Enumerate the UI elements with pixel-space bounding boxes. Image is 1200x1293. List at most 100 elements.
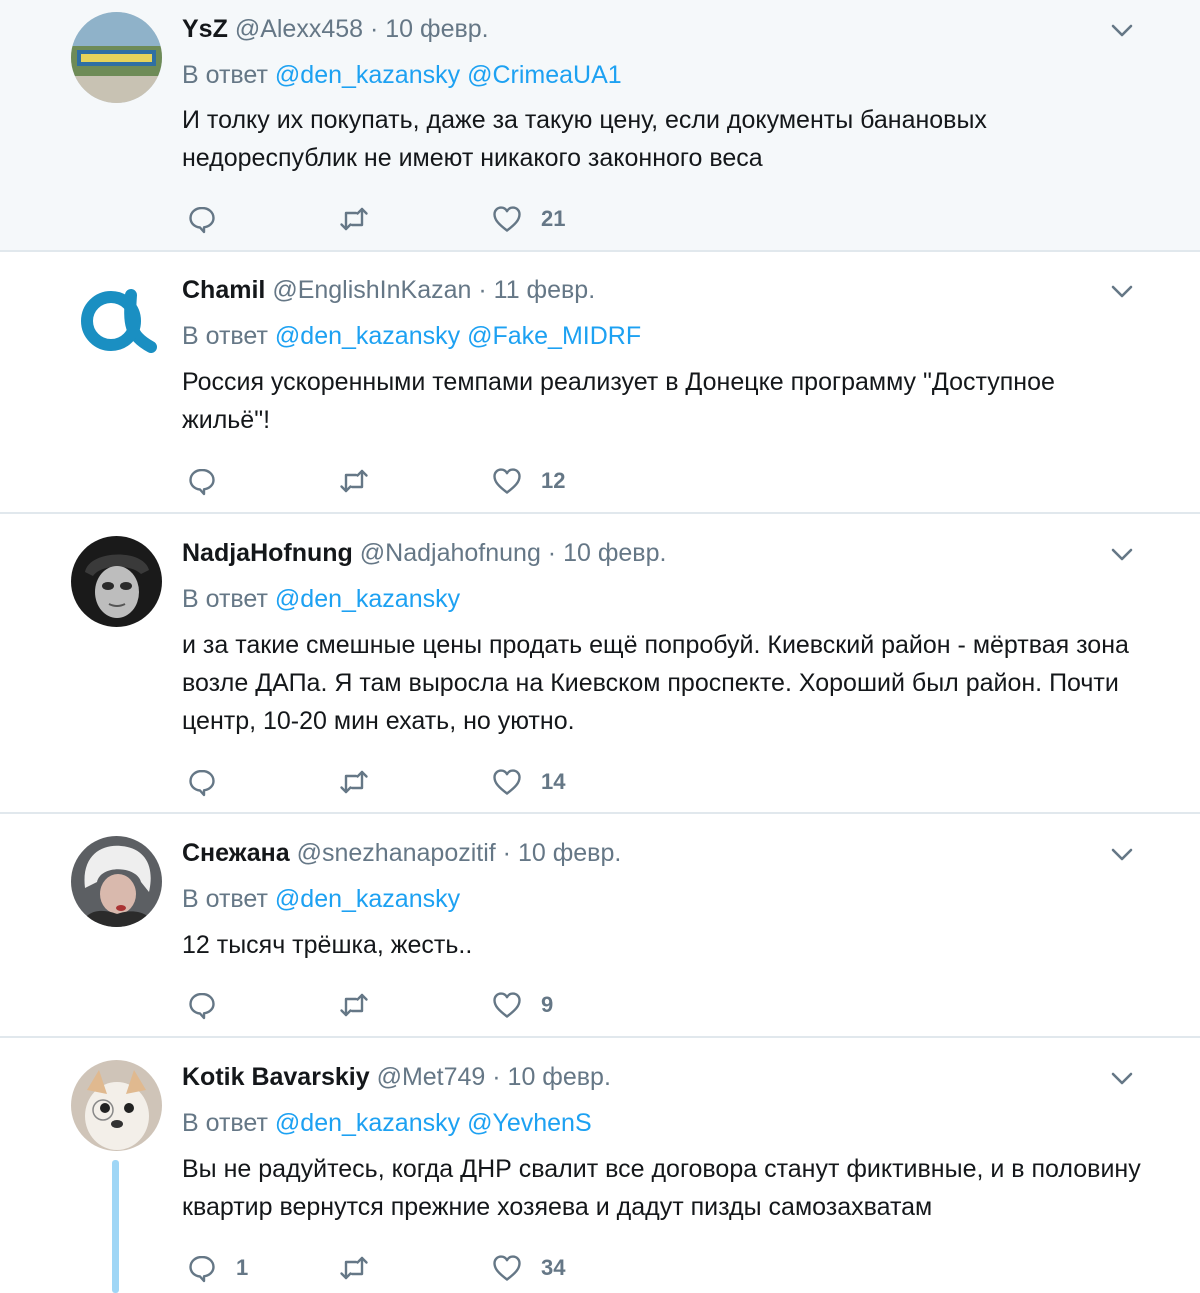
heart-icon	[493, 468, 521, 494]
tweet[interactable]: Kotik Bavarskiy @Met749 · 10 февр. В отв…	[0, 1038, 1200, 1293]
chevron-down-icon[interactable]	[1106, 1062, 1138, 1094]
separator-dot: ·	[363, 15, 386, 43]
author-handle[interactable]: @EnglishInKazan	[272, 276, 471, 304]
retweet-button[interactable]	[338, 202, 388, 236]
author-name[interactable]: Kotik Bavarskiy	[182, 1063, 370, 1091]
reply-icon	[189, 1255, 215, 1283]
tweet-text: Россия ускоренными темпами реализует в Д…	[182, 368, 1055, 434]
like-count: 14	[541, 769, 566, 794]
author-name[interactable]: YsZ	[182, 15, 228, 43]
reply-to-prefix: В ответ	[182, 61, 268, 89]
chevron-down-icon[interactable]	[1106, 14, 1138, 46]
tweet-header: Chamil @EnglishInKazan · 11 февр.	[182, 273, 595, 307]
reply-to-line: В ответ @den_kazansky @CrimeaUA1	[182, 58, 622, 92]
chevron-down-icon[interactable]	[1106, 838, 1138, 870]
thread-line	[112, 1160, 119, 1293]
tweet-header: NadjaHofnung @Nadjahofnung · 10 февр.	[182, 536, 666, 570]
separator-dot: ·	[495, 839, 518, 867]
separator-dot: ·	[471, 276, 494, 304]
avatar[interactable]	[71, 12, 162, 103]
tweet[interactable]: YsZ @Alexx458 · 10 февр. В ответ @den_ka…	[0, 0, 1200, 252]
tweet-date[interactable]: 11 февр.	[494, 276, 596, 304]
author-name[interactable]: Chamil	[182, 276, 265, 304]
heart-icon	[493, 1255, 521, 1281]
tweet-date[interactable]: 10 февр.	[508, 1063, 611, 1091]
like-button[interactable]: 21	[491, 202, 565, 236]
retweet-button[interactable]	[338, 464, 388, 498]
mention-link[interactable]: @den_kazansky	[275, 585, 460, 613]
mention-link[interactable]: @Fake_MIDRF	[467, 322, 641, 350]
chevron-down-icon[interactable]	[1106, 275, 1138, 307]
mention-link[interactable]: @YevhenS	[467, 1109, 592, 1137]
reply-to-prefix: В ответ	[182, 1109, 268, 1137]
reply-to-prefix: В ответ	[182, 322, 268, 350]
retweet-icon	[340, 993, 368, 1017]
mention-link[interactable]: @den_kazansky	[275, 885, 460, 913]
heart-icon	[493, 769, 521, 795]
avatar[interactable]	[71, 536, 162, 627]
heart-icon	[493, 992, 521, 1018]
author-name[interactable]: NadjaHofnung	[182, 539, 353, 567]
reply-icon	[189, 468, 215, 496]
like-button[interactable]: 34	[491, 1251, 565, 1285]
retweet-button[interactable]	[338, 988, 388, 1022]
author-handle[interactable]: @Alexx458	[235, 15, 363, 43]
retweet-icon	[340, 1256, 368, 1280]
tweet-header: Снежана @snezhanapozitif · 10 февр.	[182, 836, 621, 870]
reply-to-line: В ответ @den_kazansky	[182, 582, 460, 616]
author-name[interactable]: Снежана	[182, 839, 290, 867]
author-handle[interactable]: @Met749	[377, 1063, 486, 1091]
reply-icon	[189, 769, 215, 797]
like-count: 34	[541, 1255, 566, 1280]
mention-link[interactable]: @den_kazansky	[275, 1109, 460, 1137]
author-handle[interactable]: @snezhanapozitif	[297, 839, 496, 867]
separator-dot: ·	[540, 539, 564, 567]
mention-link[interactable]: @CrimeaUA1	[467, 61, 622, 89]
reply-to-prefix: В ответ	[182, 585, 268, 613]
reply-button[interactable]	[186, 765, 236, 799]
heart-icon	[493, 206, 521, 232]
tweet-header: Kotik Bavarskiy @Met749 · 10 февр.	[182, 1060, 611, 1094]
retweet-icon	[340, 770, 368, 794]
tweet-text: Вы не радуйтесь, когда ДНР свалит все до…	[182, 1155, 1141, 1221]
tweet[interactable]: Снежана @snezhanapozitif · 10 февр. В от…	[0, 814, 1200, 1038]
author-handle[interactable]: @Nadjahofnung	[360, 539, 541, 567]
retweet-icon	[340, 207, 368, 231]
tweet-date[interactable]: 10 февр.	[385, 15, 488, 43]
chevron-down-icon[interactable]	[1106, 538, 1138, 570]
tweet-text: и за такие смешные цены продать ещё попр…	[182, 631, 1129, 735]
reply-to-line: В ответ @den_kazansky @YevhenS	[182, 1106, 592, 1140]
like-count: 21	[541, 206, 566, 231]
retweet-button[interactable]	[338, 1251, 388, 1285]
retweet-button[interactable]	[338, 765, 388, 799]
tweet[interactable]: NadjaHofnung @Nadjahofnung · 10 февр. В …	[0, 514, 1200, 814]
reply-button[interactable]: 1	[186, 1251, 248, 1285]
reply-button[interactable]	[186, 988, 236, 1022]
tweet-date[interactable]: 10 февр.	[518, 839, 621, 867]
reply-icon	[189, 992, 215, 1020]
avatar[interactable]	[71, 273, 162, 364]
tweet[interactable]: Chamil @EnglishInKazan · 11 февр. В отве…	[0, 252, 1200, 514]
reply-to-line: В ответ @den_kazansky @Fake_MIDRF	[182, 319, 641, 353]
reply-button[interactable]	[186, 464, 236, 498]
mention-link[interactable]: @den_kazansky	[275, 322, 460, 350]
like-button[interactable]: 14	[491, 765, 565, 799]
avatar[interactable]	[71, 836, 162, 927]
avatar[interactable]	[71, 1060, 162, 1151]
tweet-header: YsZ @Alexx458 · 10 февр.	[182, 12, 489, 46]
like-count: 9	[541, 992, 554, 1017]
reply-button[interactable]	[186, 202, 236, 236]
like-button[interactable]: 12	[491, 464, 565, 498]
tweet-text: 12 тысяч трёшка, жесть..	[182, 931, 473, 959]
tweet-date[interactable]: 10 февр.	[563, 539, 666, 567]
retweet-icon	[340, 469, 368, 493]
mention-link[interactable]: @den_kazansky	[275, 61, 460, 89]
separator-dot: ·	[485, 1063, 508, 1091]
reply-to-prefix: В ответ	[182, 885, 268, 913]
reply-to-line: В ответ @den_kazansky	[182, 882, 460, 916]
reply-icon	[189, 206, 215, 234]
reply-count: 1	[236, 1255, 249, 1280]
tweet-text: И толку их покупать, даже за такую цену,…	[182, 106, 987, 172]
like-button[interactable]: 9	[491, 988, 553, 1022]
like-count: 12	[541, 468, 566, 493]
